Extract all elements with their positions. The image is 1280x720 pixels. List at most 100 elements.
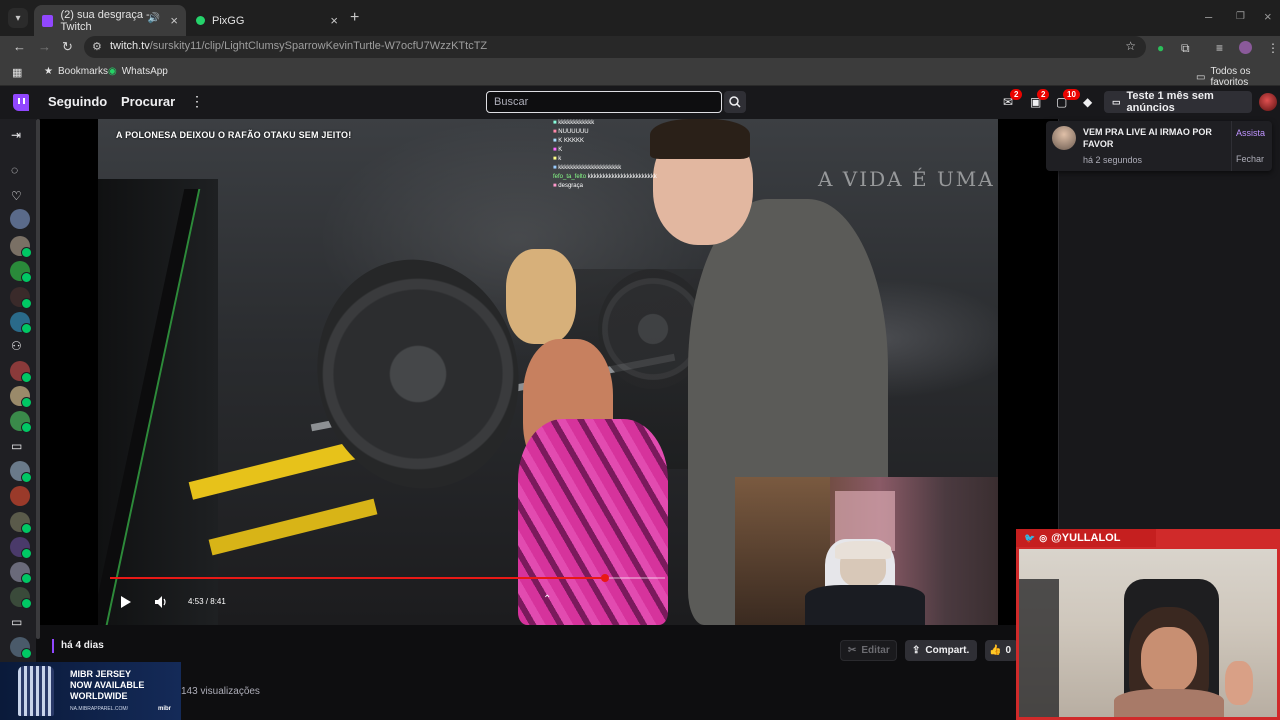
clip-age: há 4 dias: [52, 639, 104, 653]
streamer-handle: 🐦 ◎ @YULLALOL: [1016, 529, 1156, 547]
channel-avatar[interactable]: [10, 637, 32, 659]
close-notification-button[interactable]: Fechar: [1236, 154, 1264, 164]
browser-menu-icon[interactable]: ⋮: [1267, 41, 1279, 55]
edit-clip-button[interactable]: ✂ Editar: [840, 640, 897, 661]
live-indicator: [21, 648, 32, 659]
live-indicator: [21, 397, 32, 408]
notifications-icon[interactable]: ▢ 10: [1056, 89, 1080, 109]
back-arrow-icon[interactable]: ←: [13, 39, 26, 54]
channel-avatar[interactable]: [10, 562, 32, 584]
url-text: twitch.tv/surskity11/clip/LightClumsySpa…: [110, 40, 488, 52]
star-icon: ★: [44, 66, 53, 77]
extension-green-icon[interactable]: ●: [1157, 41, 1164, 55]
channel-avatar[interactable]: [10, 587, 32, 609]
add-friend-icon[interactable]: ⚇: [11, 339, 22, 353]
tab-search-menu-button[interactable]: ▾: [8, 8, 28, 28]
browser-tab-pixgg[interactable]: PixGG ×: [188, 5, 346, 36]
bookmark-whatsapp[interactable]: ◉ WhatsApp: [108, 66, 168, 77]
restore-window-icon[interactable]: ❐: [1236, 11, 1245, 22]
chat-line: ■ k: [553, 156, 562, 162]
followed-heart-icon[interactable]: ♡: [11, 189, 22, 203]
address-bar[interactable]: ⚙ twitch.tv/surskity11/clip/LightClumsyS…: [84, 36, 1146, 58]
thumbs-up-icon: 👍: [989, 645, 1002, 656]
weight-plate: [296, 240, 540, 508]
close-tab-icon[interactable]: ×: [330, 13, 338, 28]
forward-arrow-icon[interactable]: →: [38, 39, 51, 54]
play-icon[interactable]: [120, 595, 132, 609]
expand-sidebar-icon[interactable]: ⇥: [11, 128, 21, 142]
bits-diamond-icon[interactable]: ◆: [1083, 95, 1092, 109]
channel-avatar[interactable]: [10, 537, 32, 559]
streamer-cam-feed: [1019, 549, 1277, 717]
tab-title: PixGG: [212, 14, 245, 27]
channel-avatar[interactable]: [10, 209, 30, 229]
webcam-person-body: [805, 585, 925, 625]
chat-name: fefo_ta_felto: [553, 174, 587, 180]
like-button[interactable]: 👍 0: [985, 640, 1018, 661]
notification-divider: [1231, 121, 1232, 171]
search-input[interactable]: [487, 92, 721, 112]
camera-icon[interactable]: ▭: [11, 615, 22, 629]
person-hair: [506, 249, 576, 344]
inbox-icon[interactable]: ✉ 2: [1003, 89, 1023, 109]
mibr-ad-banner[interactable]: MIBR JERSEY NOW AVAILABLE WORLDWIDE NA.M…: [0, 662, 181, 720]
chat-line: ■ K: [553, 147, 563, 153]
seek-bar-knob[interactable]: [601, 574, 610, 582]
chevron-up-icon[interactable]: ⌃: [543, 594, 551, 605]
live-indicator: [21, 298, 32, 309]
search-button[interactable]: [724, 91, 746, 113]
seek-bar[interactable]: [110, 574, 665, 582]
notification-time: há 2 segundos: [1083, 155, 1143, 165]
nav-following-link[interactable]: Seguindo: [48, 94, 107, 109]
browser-tab-twitch[interactable]: (2) sua desgraça - Twitch 🔊 ×: [34, 5, 186, 36]
minimize-window-icon[interactable]: –: [1205, 9, 1212, 24]
nav-browse-link[interactable]: Procurar: [121, 94, 175, 109]
live-indicator: [21, 472, 32, 483]
channel-avatar[interactable]: [10, 287, 32, 309]
channel-avatar[interactable]: [10, 486, 30, 506]
site-info-icon[interactable]: ⚙: [92, 40, 102, 53]
channel-avatar[interactable]: [10, 512, 32, 534]
profile-avatar-icon[interactable]: [1239, 41, 1252, 54]
turbo-trial-button[interactable]: ▭ Teste 1 mês sem anúncios: [1104, 90, 1252, 114]
speaker-icon[interactable]: 🔊: [148, 13, 160, 24]
user-avatar[interactable]: [1259, 93, 1277, 111]
channel-avatar[interactable]: [10, 361, 32, 383]
live-indicator: [21, 548, 32, 559]
camera-icon[interactable]: ▭: [11, 439, 22, 453]
channel-avatar[interactable]: [10, 461, 32, 483]
more-options-icon[interactable]: ⋮: [190, 93, 204, 110]
extensions-puzzle-icon[interactable]: ⧉: [1181, 41, 1190, 56]
chat-line: ■ K KKKKK: [553, 138, 584, 144]
twitch-logo-icon[interactable]: [13, 94, 29, 111]
live-indicator: [21, 523, 32, 534]
guitar-shape: [1019, 579, 1059, 717]
new-tab-plus-icon[interactable]: +: [350, 9, 359, 27]
live-indicator: [21, 272, 32, 283]
browser-tab-bar: ▾ (2) sua desgraça - Twitch 🔊 × PixGG × …: [0, 0, 1280, 36]
share-button[interactable]: ⇪ Compart.: [905, 640, 977, 661]
close-tab-icon[interactable]: ×: [170, 13, 178, 28]
channel-avatar[interactable]: [10, 411, 32, 433]
channel-avatar[interactable]: [10, 261, 32, 283]
channel-avatar[interactable]: [10, 236, 32, 258]
notification-message: VEM PRA LIVE AI IRMAO POR FAVOR: [1083, 127, 1212, 149]
turbo-icon: ▭: [1112, 96, 1121, 107]
time-display: 4:53 / 8:41: [188, 597, 226, 606]
volume-icon[interactable]: [155, 596, 169, 608]
chat-line: ■ desgraça: [553, 183, 583, 189]
bookmark-star-icon[interactable]: ☆: [1125, 39, 1136, 53]
reload-icon[interactable]: ↻: [62, 39, 73, 55]
recommended-icon[interactable]: ◌: [11, 163, 18, 177]
mibr-logo: mibr: [158, 706, 172, 712]
all-bookmarks-folder[interactable]: ▭ Todos os favoritos: [1196, 66, 1280, 88]
watch-button[interactable]: Assista: [1236, 128, 1265, 138]
whispers-icon[interactable]: ▣ 2: [1030, 89, 1050, 109]
apps-grid-icon[interactable]: ▦: [12, 66, 22, 79]
channel-avatar[interactable]: [10, 312, 32, 334]
whatsapp-icon: ◉: [108, 66, 117, 77]
channel-avatar[interactable]: [10, 386, 32, 408]
media-controls-icon[interactable]: ≡: [1216, 41, 1223, 55]
bookmark-bookmarks[interactable]: ★ Bookmarks: [44, 66, 108, 77]
close-window-icon[interactable]: ×: [1264, 9, 1272, 24]
